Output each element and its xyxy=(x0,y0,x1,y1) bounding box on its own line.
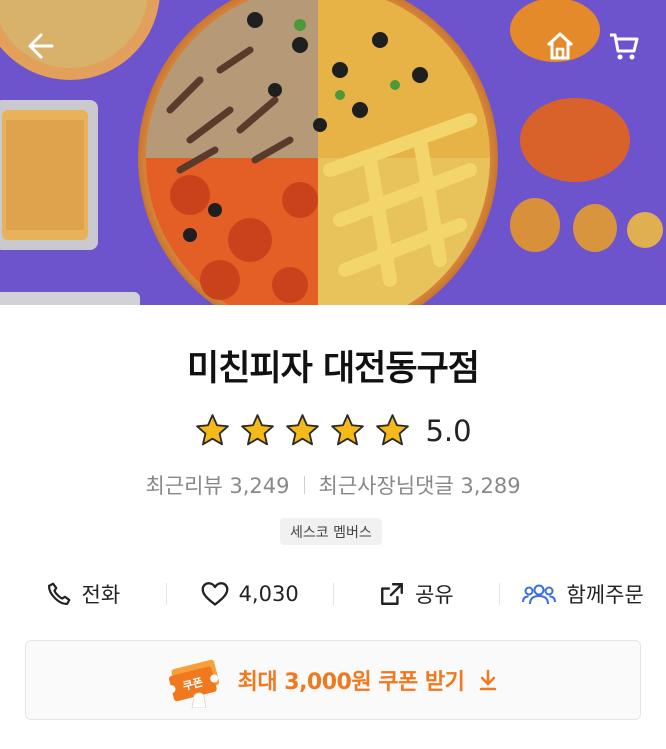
rating-value: 5.0 xyxy=(425,413,472,448)
rating-row: 5.0 xyxy=(0,412,666,449)
coupon-ticket-icon: 쿠폰 xyxy=(167,659,219,708)
download-icon xyxy=(480,669,497,691)
call-label: 전화 xyxy=(81,583,121,607)
coupon-label: 최대 3,000원 쿠폰 받기 xyxy=(237,670,465,695)
recent-reviews-link[interactable]: 최근리뷰 3,249 xyxy=(145,470,289,500)
cart-button[interactable] xyxy=(602,24,646,68)
action-bar: 전화 4,030 공유 함께주문 xyxy=(0,572,666,616)
store-name: 미친피자 대전동구점 xyxy=(187,349,480,389)
separator xyxy=(303,476,305,494)
star-icon xyxy=(286,414,320,446)
share-icon xyxy=(381,583,403,605)
cesco-members-badge: 세스코 멤버스 xyxy=(280,518,382,545)
group-icon xyxy=(522,584,557,605)
share-label: 공유 xyxy=(415,583,454,607)
owner-comments-link[interactable]: 최근사장님댓글 3,289 xyxy=(319,470,521,500)
star-icon xyxy=(196,414,230,446)
like-count: 4,030 xyxy=(238,582,299,606)
cart-icon xyxy=(610,33,639,60)
group-order-label: 함께주문 xyxy=(566,583,644,607)
home-icon xyxy=(546,32,574,60)
arrow-left-icon xyxy=(28,33,54,59)
star-icon xyxy=(376,414,410,446)
back-button[interactable] xyxy=(18,24,62,68)
heart-icon xyxy=(201,582,228,606)
home-button[interactable] xyxy=(538,24,582,68)
share-button[interactable]: 공유 xyxy=(334,579,500,609)
call-button[interactable]: 전화 xyxy=(0,579,166,609)
review-stats: 최근리뷰 3,249 최근사장님댓글 3,289 xyxy=(0,470,666,500)
like-button[interactable]: 4,030 xyxy=(167,581,333,607)
star-icon xyxy=(241,414,275,446)
store-hero-image xyxy=(0,0,666,305)
coupon-download-button[interactable]: 쿠폰 최대 3,000원 쿠폰 받기 xyxy=(25,640,641,720)
star-icon xyxy=(331,414,365,446)
group-order-button[interactable]: 함께주문 xyxy=(500,579,666,609)
phone-icon xyxy=(47,582,70,606)
